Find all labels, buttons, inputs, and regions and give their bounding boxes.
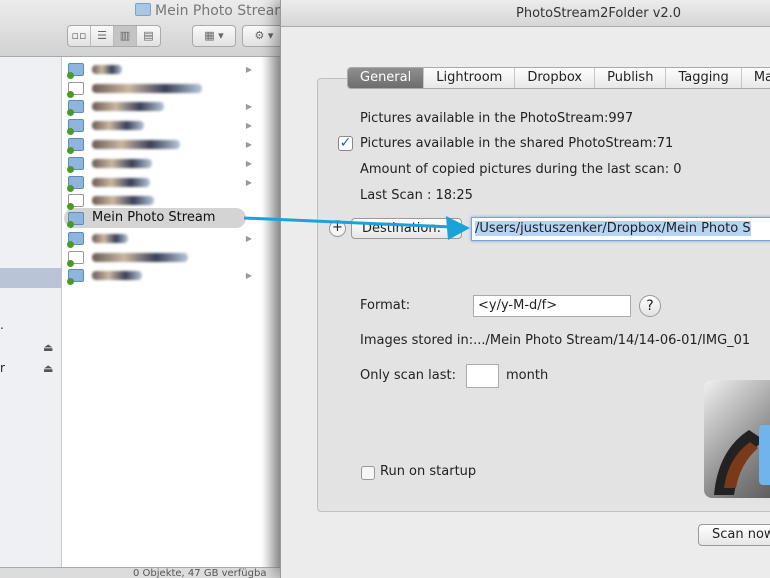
annotation-arrow [243, 216, 470, 240]
arrow-head-icon [446, 216, 470, 240]
arrow-line [243, 216, 453, 229]
